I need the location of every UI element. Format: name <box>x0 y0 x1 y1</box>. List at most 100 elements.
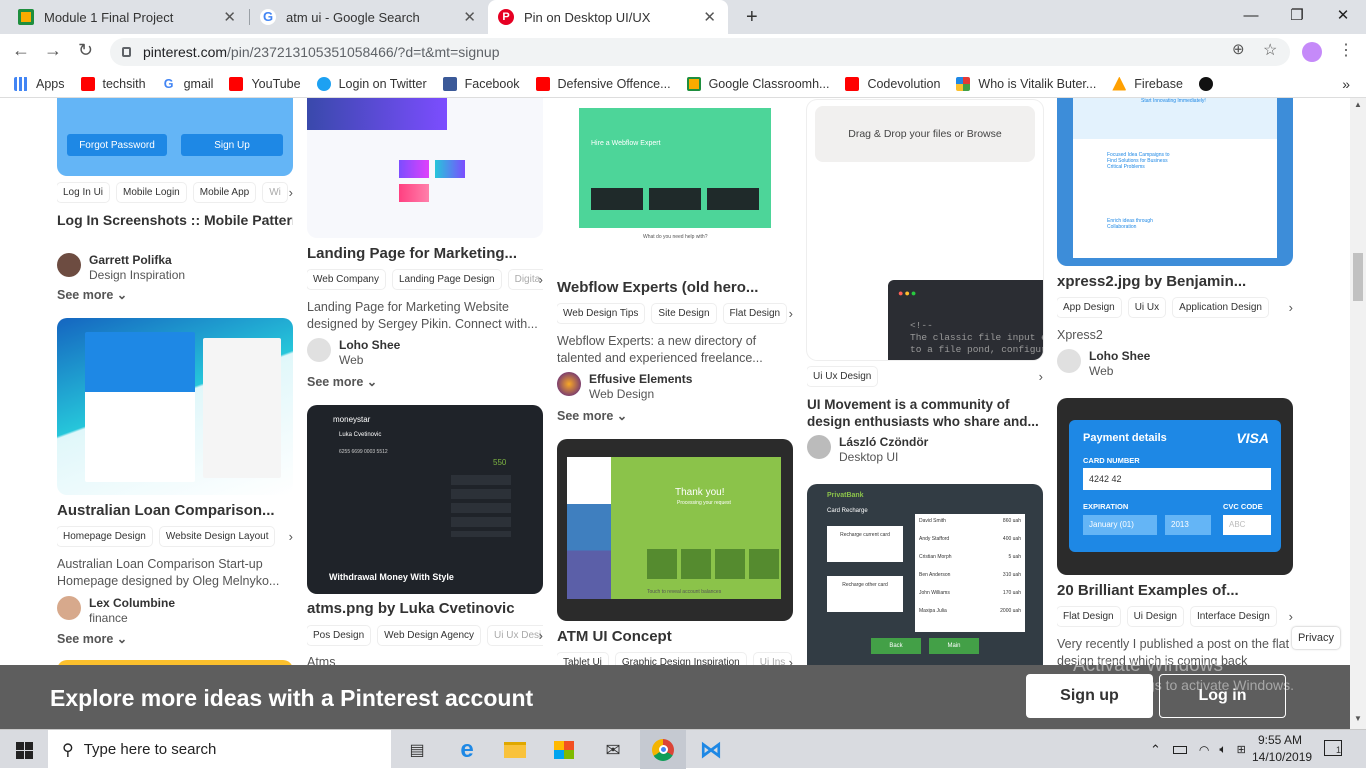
star-icon[interactable]: ☆ <box>1263 40 1277 60</box>
pin-title[interactable]: xpress2.jpg by Benjamin... <box>1057 273 1293 290</box>
pin-image-landing[interactable] <box>307 98 543 238</box>
volume-icon[interactable]: 🔈︎ <box>1219 742 1226 757</box>
pin-title[interactable]: Webflow Experts (old hero... <box>557 279 793 296</box>
bookmark-facebook[interactable]: Facebook <box>442 76 520 91</box>
pin-title[interactable]: UI Movement is a community of design ent… <box>807 396 1043 430</box>
tag[interactable]: Homepage Design <box>57 526 152 546</box>
battery-icon[interactable] <box>1172 745 1187 754</box>
bookmark-vitalik[interactable]: Who is Vitalik Buter... <box>956 76 1096 91</box>
scrollbar[interactable]: ▲ ▼ <box>1350 98 1366 730</box>
tag[interactable]: Ui Ins <box>753 652 792 665</box>
pin-image-payment[interactable]: Payment details VISA CARD NUMBER 4242 42… <box>1057 398 1293 575</box>
pin-title[interactable]: 20 Brilliant Examples of... <box>1057 582 1293 599</box>
chevron-right-icon[interactable]: › <box>1289 300 1293 315</box>
scrollbar-thumb[interactable] <box>1353 253 1363 301</box>
taskbar-search[interactable]: ⚲ Type here to search <box>48 730 391 769</box>
tag[interactable]: Landing Page Design <box>392 269 501 289</box>
reload-icon[interactable]: ↻ <box>78 40 93 61</box>
chevron-right-icon[interactable]: › <box>539 272 543 287</box>
pin-title[interactable]: atms.png by Luka Cvetinovic <box>307 600 543 617</box>
bookmark-twitter[interactable]: Login on Twitter <box>316 76 427 91</box>
tab-pinterest[interactable]: P Pin on Desktop UI/UX ✕ <box>488 0 728 34</box>
tag[interactable]: Web Company <box>307 269 385 289</box>
tag[interactable]: Graphic Design Inspiration <box>615 652 746 665</box>
chevron-up-icon[interactable]: ⌃ <box>1150 742 1161 758</box>
chevron-right-icon[interactable]: › <box>289 529 293 544</box>
tab-google-search[interactable]: G atm ui - Google Search ✕ <box>250 0 488 34</box>
windows-start-icon[interactable] <box>12 738 36 762</box>
tag[interactable]: Ui Ux Desi <box>488 625 543 645</box>
see-more-button[interactable]: See more ⌄ <box>57 287 127 302</box>
pin-image-atm-green[interactable]: Thank you! Processing your request Touch… <box>557 439 793 621</box>
pin-image-xpress[interactable]: Start Innovating Immediately! Focused Id… <box>1057 98 1293 266</box>
tag[interactable]: Website Design Layout <box>159 526 275 546</box>
forward-icon[interactable]: → <box>44 40 62 61</box>
see-more-button[interactable]: See more ⌄ <box>57 631 127 646</box>
tag[interactable]: Application Design <box>1173 297 1268 317</box>
tag[interactable]: Ui Design <box>1127 606 1183 626</box>
bookmarks-overflow[interactable]: » <box>1342 76 1350 92</box>
chevron-right-icon[interactable]: › <box>1039 369 1043 384</box>
tag[interactable]: Interface Design <box>1190 606 1276 626</box>
bookmark-github[interactable] <box>1198 76 1221 91</box>
tag[interactable]: Pos Design <box>307 625 371 645</box>
pin-user[interactable]: László Czöndör Desktop UI <box>807 435 928 465</box>
store-icon[interactable] <box>552 738 576 762</box>
tag[interactable]: Log In Ui <box>57 182 110 202</box>
add-icon[interactable]: ⊕ <box>1232 40 1245 58</box>
task-view-icon[interactable]: ▤ <box>405 738 429 762</box>
bookmark-gmail[interactable]: Ggmail <box>162 77 214 91</box>
chevron-right-icon[interactable]: › <box>1289 609 1293 624</box>
profile-avatar[interactable] <box>1302 42 1322 62</box>
tag[interactable]: Mobile App <box>193 182 256 202</box>
address-bar[interactable]: pinterest.com/pin/237213105351058466/?d=… <box>110 38 1290 66</box>
file-explorer-icon[interactable] <box>503 738 527 762</box>
pin-user[interactable]: Loho Shee Web <box>1057 349 1150 379</box>
bookmark-firebase[interactable]: Firebase <box>1112 76 1183 91</box>
tag[interactable]: Site Design <box>652 303 716 323</box>
tag[interactable]: Ui Ux Design <box>807 366 878 386</box>
pin-image-loan[interactable] <box>57 318 293 495</box>
scroll-up-icon[interactable]: ▲ <box>1354 100 1362 109</box>
tag[interactable]: App Design <box>1057 297 1121 317</box>
chrome-icon[interactable] <box>640 730 686 769</box>
restore-button[interactable]: ❐ <box>1274 0 1320 30</box>
tag[interactable]: Web Design Tips <box>557 303 645 323</box>
bookmark-defensive[interactable]: Defensive Offence... <box>535 76 671 91</box>
pin-image-atm-dark[interactable]: moneystar Luka Cvetinovic 6255 6699 0003… <box>307 405 543 594</box>
pin-title[interactable]: Log In Screenshots :: Mobile Patterns <box>57 212 293 228</box>
close-window-button[interactable]: ✕ <box>1320 0 1366 30</box>
bookmark-apps[interactable]: Apps <box>14 76 65 91</box>
tag[interactable]: Web Design Agency <box>378 625 481 645</box>
pin-user[interactable]: Garrett Polifka Design Inspiration <box>57 253 185 283</box>
tag[interactable]: Flat Design <box>723 303 787 323</box>
close-icon[interactable]: ✕ <box>223 8 236 26</box>
bookmark-classroom[interactable]: Google Classroomh... <box>686 76 829 91</box>
pin-user[interactable]: Effusive Elements Web Design <box>557 372 692 402</box>
tag[interactable]: Ui Ux <box>1128 297 1166 317</box>
chevron-right-icon[interactable]: › <box>539 628 543 643</box>
wifi-icon[interactable]: ◠ <box>1199 743 1209 757</box>
minimize-button[interactable]: — <box>1228 0 1274 30</box>
tab-module1[interactable]: Module 1 Final Project ✕ <box>8 0 248 34</box>
tag[interactable]: Wi <box>263 182 287 202</box>
pin-title[interactable]: Australian Loan Comparison... <box>57 502 293 519</box>
pin-image-webflow[interactable]: Hire a Webflow Expert What do you need h… <box>557 108 793 272</box>
tag[interactable]: Flat Design <box>1057 606 1120 626</box>
pin-title[interactable]: ATM UI Concept <box>557 628 793 645</box>
vscode-icon[interactable]: ⋈ <box>699 737 723 762</box>
pin-image-login[interactable]: Forgot Password Sign Up <box>57 98 293 176</box>
bookmark-techsith[interactable]: techsith <box>80 76 146 91</box>
privacy-button[interactable]: Privacy <box>1292 627 1340 649</box>
tag[interactable]: Tablet Ui <box>557 652 608 665</box>
language-icon[interactable]: ⊞ <box>1237 743 1246 756</box>
back-icon[interactable]: ← <box>12 40 30 61</box>
tag[interactable]: Mobile Login <box>117 182 186 202</box>
menu-icon[interactable]: ⋮ <box>1338 40 1354 60</box>
bookmark-codevolution[interactable]: Codevolution <box>845 76 940 91</box>
close-icon[interactable]: ✕ <box>463 8 476 26</box>
pin-user[interactable]: Loho Shee Web <box>307 338 400 368</box>
bookmark-youtube[interactable]: YouTube <box>229 76 301 91</box>
pin-image-privatbank[interactable]: PrivatBank Card Recharge Recharge curren… <box>807 484 1043 665</box>
close-icon[interactable]: ✕ <box>703 8 716 26</box>
